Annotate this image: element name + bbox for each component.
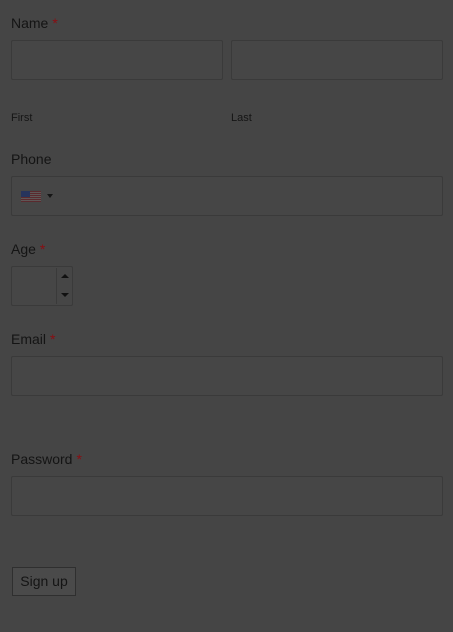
age-increment[interactable] — [56, 268, 72, 286]
email-input[interactable] — [11, 356, 443, 396]
sign-up-button[interactable]: Sign up — [12, 567, 76, 596]
password-required-mark: * — [76, 451, 82, 467]
password-label-text: Password — [11, 451, 73, 467]
name-required-mark: * — [52, 15, 58, 31]
age-label-text: Age — [11, 241, 36, 257]
first-name-input[interactable] — [11, 40, 223, 80]
name-label: Name * — [11, 15, 58, 31]
first-name-sublabel: First — [11, 112, 33, 124]
phone-label: Phone — [11, 151, 51, 167]
age-label: Age * — [11, 241, 45, 257]
country-selector[interactable] — [12, 177, 60, 215]
phone-label-text: Phone — [11, 151, 52, 167]
name-label-text: Name — [11, 15, 49, 31]
email-label-text: Email — [11, 331, 47, 347]
arrow-down-icon — [61, 293, 69, 297]
caret-down-icon — [47, 194, 53, 198]
password-input[interactable] — [11, 476, 443, 516]
arrow-up-icon — [61, 274, 69, 278]
password-label: Password * — [11, 451, 82, 467]
email-required-mark: * — [50, 331, 56, 347]
age-number-input[interactable] — [11, 266, 73, 306]
us-flag-icon — [21, 191, 41, 202]
email-label: Email * — [11, 331, 55, 347]
age-decrement[interactable] — [56, 286, 72, 304]
last-name-input[interactable] — [231, 40, 443, 80]
last-name-sublabel: Last — [231, 112, 252, 124]
phone-input[interactable] — [11, 176, 443, 216]
age-required-mark: * — [39, 241, 46, 257]
